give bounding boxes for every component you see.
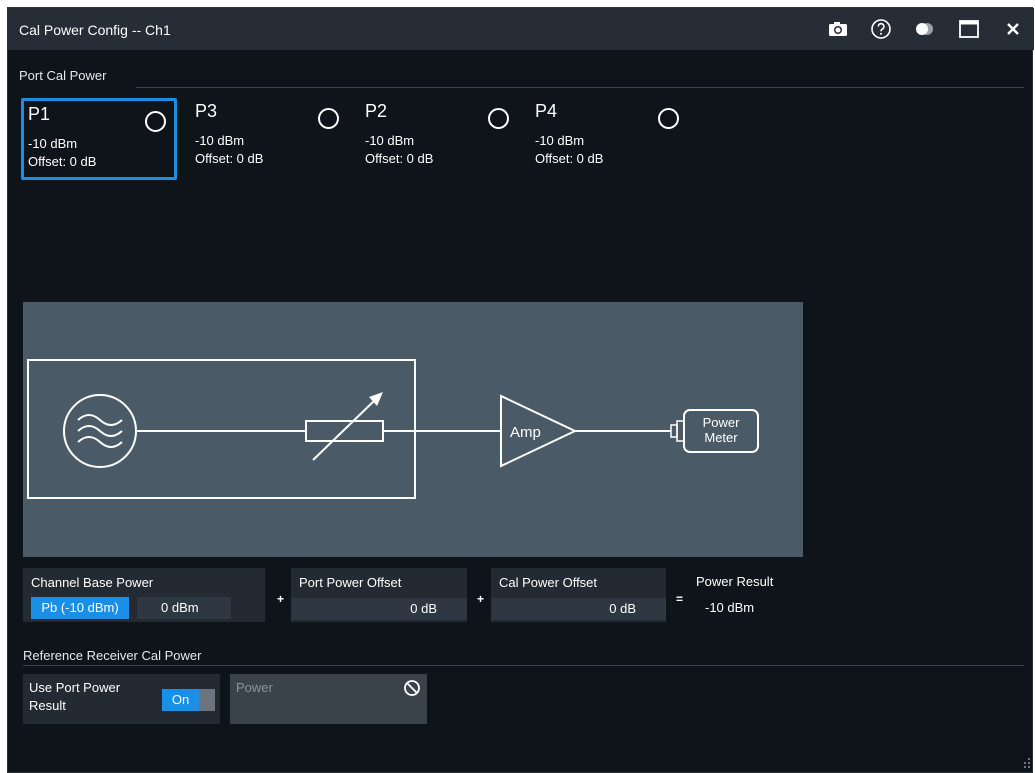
toggle-knob	[199, 689, 215, 711]
port-name: P3	[195, 101, 218, 121]
toggle-on-state: On	[162, 689, 199, 711]
cal-power-offset-panel: Cal Power Offset 0 dB	[491, 568, 666, 622]
cal-power-offset-label: Cal Power Offset	[499, 575, 598, 590]
port-power: -10 dBm	[365, 133, 415, 148]
maximize-icon[interactable]	[957, 17, 981, 41]
port-offset: Offset: 0 dB	[535, 151, 604, 166]
channel-base-power-panel: Channel Base Power Pb (-10 dBm) 0 dBm	[23, 568, 265, 622]
port-radio-p1[interactable]	[145, 111, 166, 132]
port-name: P2	[365, 101, 388, 121]
camera-icon[interactable]	[826, 17, 850, 41]
port-radio-p4[interactable]	[658, 108, 679, 129]
use-port-power-label-line2: Result	[29, 698, 66, 713]
equals-operator: =	[676, 592, 684, 606]
port-name: P1	[28, 104, 51, 124]
port-offset: Offset: 0 dB	[365, 151, 434, 166]
amp-label: Amp	[510, 424, 541, 441]
port-power: -10 dBm	[535, 133, 585, 148]
port-tile-p4[interactable]: P4 -10 dBm Offset: 0 dB	[531, 98, 687, 180]
plus-operator: +	[477, 592, 485, 606]
port-radio-p3[interactable]	[318, 108, 339, 129]
port-radio-p2[interactable]	[488, 108, 509, 129]
channel-base-power-input[interactable]: 0 dBm	[137, 597, 231, 619]
port-name: P4	[535, 101, 558, 121]
signal-path-diagram: Amp Power Meter	[23, 302, 803, 557]
port-tile-p2[interactable]: P2 -10 dBm Offset: 0 dB	[361, 98, 517, 180]
base-power-selector-button[interactable]: Pb (-10 dBm)	[31, 597, 129, 619]
disabled-icon	[404, 680, 420, 696]
power-meter-icon: Power Meter	[670, 409, 759, 453]
use-port-power-result-toggle[interactable]: Use Port Power Result On	[23, 674, 220, 724]
window-title: Cal Power Config -- Ch1	[19, 22, 171, 38]
port-power: -10 dBm	[195, 133, 245, 148]
toggle-icon[interactable]	[912, 17, 936, 41]
port-power: -10 dBm	[28, 136, 78, 151]
power-result-label: Power Result	[696, 574, 774, 589]
use-port-power-label-line1: Use Port Power	[29, 680, 121, 695]
close-icon[interactable]	[1001, 17, 1025, 41]
resize-grip-icon[interactable]	[1022, 756, 1032, 770]
channel-base-power-label: Channel Base Power	[31, 575, 154, 590]
section-divider	[23, 665, 1024, 666]
power-input-disabled: Power	[230, 674, 427, 724]
power-meter-label-1: Power	[703, 415, 741, 430]
source-box	[27, 359, 416, 499]
port-cal-power-label: Port Cal Power	[19, 68, 107, 83]
port-offset: Offset: 0 dB	[28, 154, 97, 169]
power-meter-label-2: Meter	[704, 430, 738, 445]
power-input-placeholder: Power	[236, 680, 273, 695]
port-offset: Offset: 0 dB	[195, 151, 264, 166]
port-power-offset-input[interactable]: 0 dB	[291, 598, 467, 620]
attenuator-icon	[305, 392, 384, 461]
cal-power-offset-input[interactable]: 0 dB	[491, 598, 666, 620]
port-tile-p1[interactable]: P1 -10 dBm Offset: 0 dB	[21, 98, 177, 180]
plus-operator: +	[277, 592, 285, 606]
power-result-value: -10 dBm	[705, 600, 755, 615]
reference-receiver-cal-power-label: Reference Receiver Cal Power	[23, 648, 202, 663]
title-bar: Cal Power Config -- Ch1	[8, 8, 1034, 50]
help-icon[interactable]	[869, 17, 893, 41]
signal-source-icon	[63, 394, 137, 468]
cal-power-config-dialog: Cal Power Config -- Ch1 Port Cal Power P…	[7, 7, 1034, 773]
section-divider	[136, 87, 1024, 88]
port-tile-p3[interactable]: P3 -10 dBm Offset: 0 dB	[191, 98, 347, 180]
port-power-offset-panel: Port Power Offset 0 dB	[291, 568, 467, 622]
port-power-offset-label: Port Power Offset	[299, 575, 402, 590]
